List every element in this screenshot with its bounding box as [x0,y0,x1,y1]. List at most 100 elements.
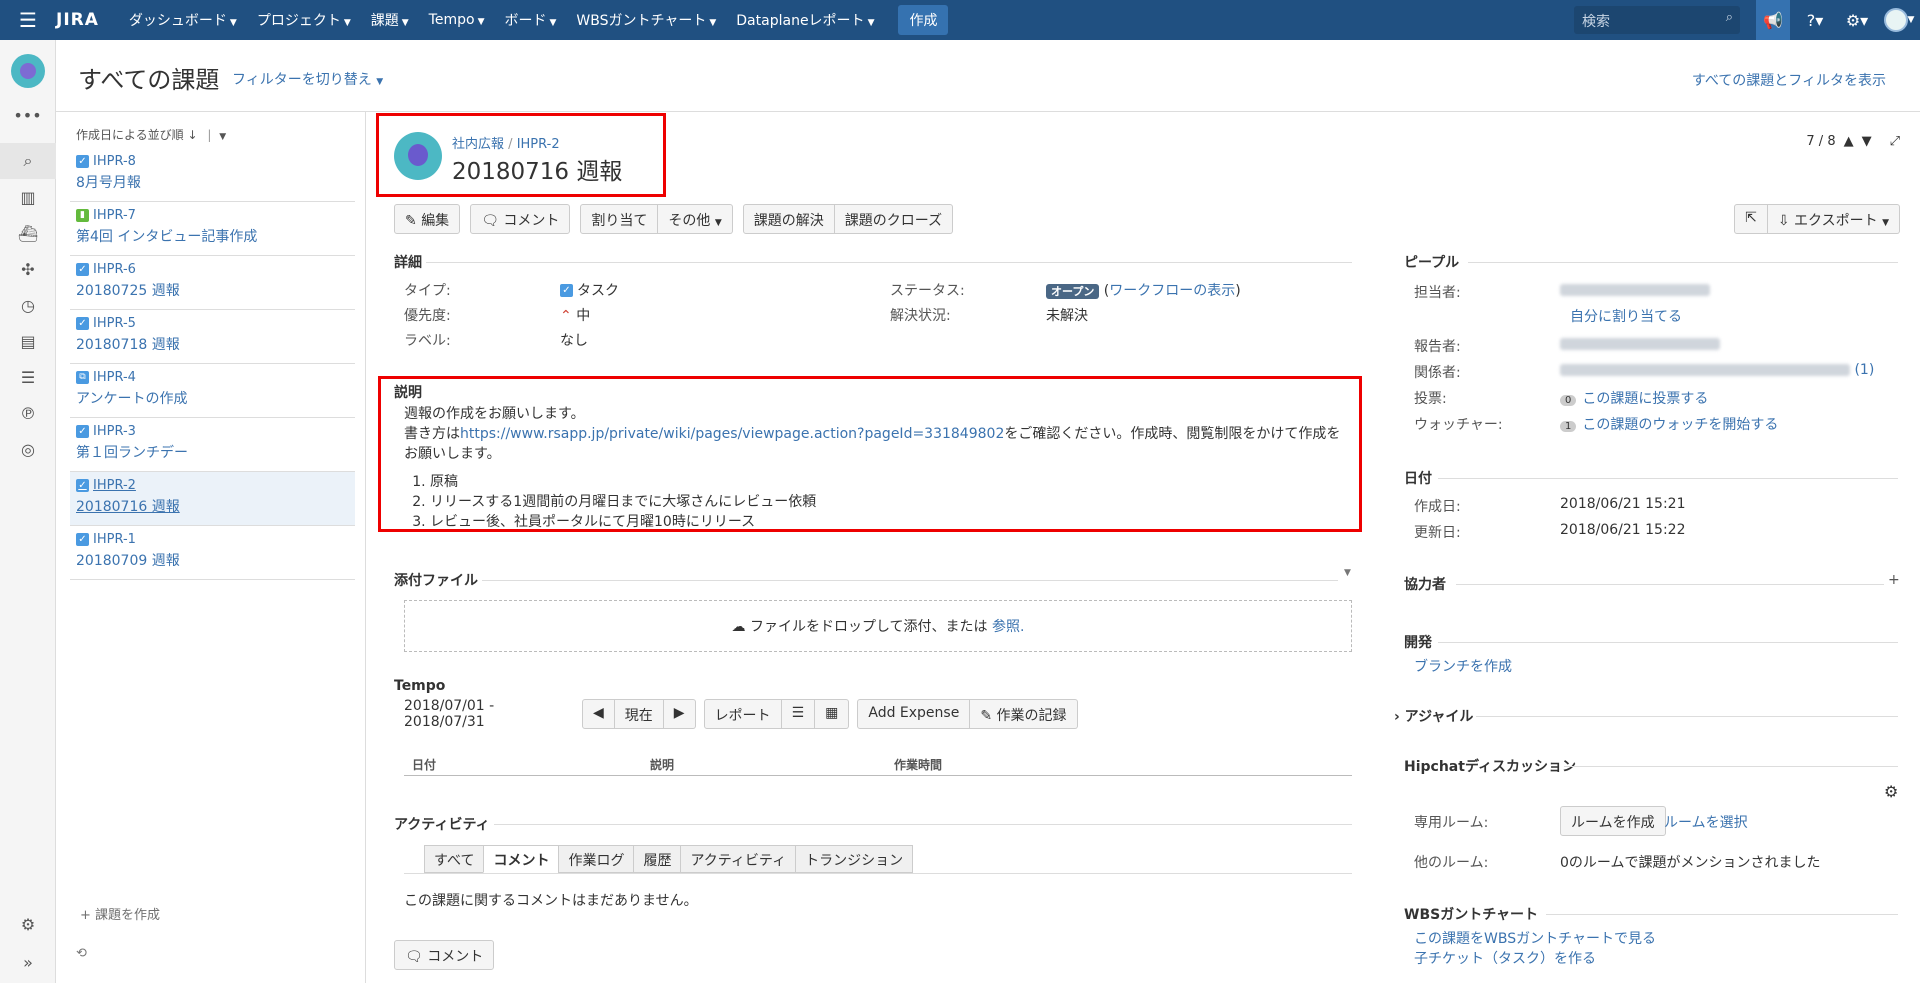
list-item[interactable]: ▮ IHPR-7 第4回 インタビュー記事作成 [70,202,355,256]
vote-link[interactable]: この課題に投票する [1582,391,1708,407]
releases-icon[interactable]: ⛴ [0,215,56,251]
plan-icon[interactable]: ℗ [0,395,56,431]
tab-activity[interactable]: アクティビティ [680,845,796,873]
components-icon[interactable]: ✣ [0,251,56,287]
list-item[interactable]: ✓ IHPR-3 第１回ランチデー [70,418,355,472]
tab-transitions[interactable]: トランジション [795,845,914,873]
assign-button[interactable]: 割り当て [580,204,659,234]
gear-icon[interactable]: ⚙ [1884,782,1898,801]
expand-icon[interactable]: ⤢ [1890,134,1900,149]
attachments-heading: 添付ファイル [394,573,478,589]
issue-title[interactable]: 20180716 週報 [452,152,622,186]
assignee-name-redacted [1560,284,1710,296]
browse-link[interactable]: 参照. [992,619,1024,635]
nav-dashboard[interactable]: ダッシュボード ▼ [129,10,237,30]
arrow-down-icon: ↓ [187,128,198,142]
attachment-dropzone[interactable]: ☁ ファイルをドロップして添付、または 参照. [404,600,1352,652]
previous-period-button[interactable]: ◀ [582,699,615,729]
create-issue-link[interactable]: + 課題を作成 [80,904,160,923]
description-heading: 説明 [394,385,422,401]
show-all-issues-link[interactable]: すべての課題とフィルタを表示 [1692,70,1886,90]
grid-view-icon[interactable]: ▦ [815,699,850,729]
breadcrumb-issue-key[interactable]: IHPR-2 [517,137,560,152]
description-body[interactable]: 週報の作成をお願いします。 書き方はhttps://www.rsapp.jp/p… [404,404,1352,532]
edit-button[interactable]: ✎ 編集 [394,204,461,234]
project-settings-icon[interactable]: ⚙ [0,906,56,942]
current-period-button[interactable]: 現在 [614,699,664,729]
nav-projects[interactable]: プロジェクト ▼ [257,10,351,30]
tab-worklog[interactable]: 作業ログ [558,845,634,873]
nav-boards[interactable]: ボード ▼ [504,10,556,30]
close-issue-button[interactable]: 課題のクローズ [834,204,954,234]
chevron-down-icon[interactable]: ▼ [1344,568,1351,578]
search-input[interactable]: 検索 ⌕ [1574,6,1740,34]
tab-comments[interactable]: コメント [483,845,559,873]
project-avatar[interactable] [394,132,442,180]
resolve-issue-button[interactable]: 課題の解決 [742,204,835,234]
tempo-report-button[interactable]: レポート [703,699,782,729]
list-view-icon[interactable]: ☰ [781,699,816,729]
add-expense-button[interactable]: Add Expense [857,699,971,729]
nav-dataplane[interactable]: Dataplaneレポート ▼ [736,10,874,30]
list-item-selected[interactable]: ✓ IHPR-2 20180716 週報 [70,472,355,526]
help-icon[interactable]: ?▾ [1798,0,1832,40]
settings-circle-icon[interactable]: ◎ [0,431,56,467]
next-issue-icon[interactable]: ▼ [1862,134,1872,149]
select-room-link[interactable]: ルームを選択 [1664,812,1748,832]
search-icon: ⌕ [1725,10,1733,25]
list-item[interactable]: ✓ IHPR-6 20180725 週報 [70,256,355,310]
next-period-button[interactable]: ▶ [663,699,696,729]
tab-history[interactable]: 履歴 [633,845,681,873]
view-in-wbs-link[interactable]: この課題をWBSガントチャートで見る [1414,928,1656,948]
issues-search-icon[interactable]: ⌕ [0,143,56,179]
share-button[interactable]: ⇱ [1734,204,1768,234]
expand-sidebar-icon[interactable]: » [0,944,56,980]
list-item[interactable]: ✓ IHPR-8 8月号月報 [70,148,355,202]
create-child-ticket-link[interactable]: 子チケット（タスク）を作る [1414,948,1596,968]
create-branch-link[interactable]: ブランチを作成 [1414,656,1512,676]
add-collaborator-icon[interactable]: + [1888,572,1900,588]
agile-heading[interactable]: › アジャイル [1394,706,1473,726]
breadcrumb-project[interactable]: 社内広報 [452,137,504,152]
nav-issues[interactable]: 課題 ▼ [371,10,409,30]
export-button[interactable]: ⇩ エクスポート ▼ [1767,204,1900,234]
pencil-icon: ✎ [980,708,993,724]
comment-button[interactable]: 🗨 コメント [470,204,571,234]
log-work-button[interactable]: ✎ 作業の記録 [970,699,1078,729]
divider [1468,262,1898,263]
divider [494,824,1352,825]
reports-icon[interactable]: ▥ [0,179,56,215]
create-issue-button[interactable]: 作成 [898,5,949,35]
list-item[interactable]: ✓ IHPR-1 20180709 週報 [70,526,355,580]
time-icon[interactable]: ◷ [0,287,56,323]
previous-issue-icon[interactable]: ▲ [1844,134,1854,149]
votes-value: 0 この課題に投票する [1560,388,1708,408]
nav-wbs-gantt[interactable]: WBSガントチャート ▼ [576,10,716,30]
more-button[interactable]: その他 ▼ [658,204,733,234]
view-workflow-link[interactable]: ワークフローの表示 [1109,283,1235,299]
app-switcher-icon[interactable]: ☰ [0,8,56,32]
list-item[interactable]: ✓ IHPR-5 20180718 週報 [70,310,355,364]
sort-selector[interactable]: 作成日による並び順 ↓ | ▼ [56,112,365,148]
chevron-down-icon: ▼ [549,18,557,28]
collaborators-heading: 協力者 [1404,577,1446,593]
task-icon: ✓ [76,479,89,492]
jira-logo[interactable]: JIRA [56,10,99,30]
calendar-icon[interactable]: ▤ [0,323,56,359]
list-item[interactable]: ⧉ IHPR-4 アンケートの作成 [70,364,355,418]
create-room-button[interactable]: ルームを作成 [1560,806,1666,836]
refresh-icon[interactable]: ⟲ [76,946,87,961]
assign-to-me-link[interactable]: 自分に割り当てる [1570,306,1682,326]
gantt-icon[interactable]: ☰ [0,359,56,395]
tab-all[interactable]: すべて [424,845,484,873]
user-avatar[interactable]: ▼ [1882,0,1916,40]
megaphone-icon[interactable]: 📢 [1756,0,1790,40]
project-avatar[interactable] [10,54,45,88]
watch-link[interactable]: この課題のウォッチを開始する [1582,417,1778,433]
switch-filter-link[interactable]: フィルターを切り替え ▼ [232,69,383,89]
gear-icon[interactable]: ⚙▾ [1840,0,1874,40]
wiki-link[interactable]: https://www.rsapp.jp/private/wiki/pages/… [460,426,1004,442]
nav-tempo[interactable]: Tempo ▼ [429,12,485,28]
more-icon[interactable]: ••• [0,106,55,125]
add-comment-button[interactable]: 🗨 コメント [394,940,495,970]
